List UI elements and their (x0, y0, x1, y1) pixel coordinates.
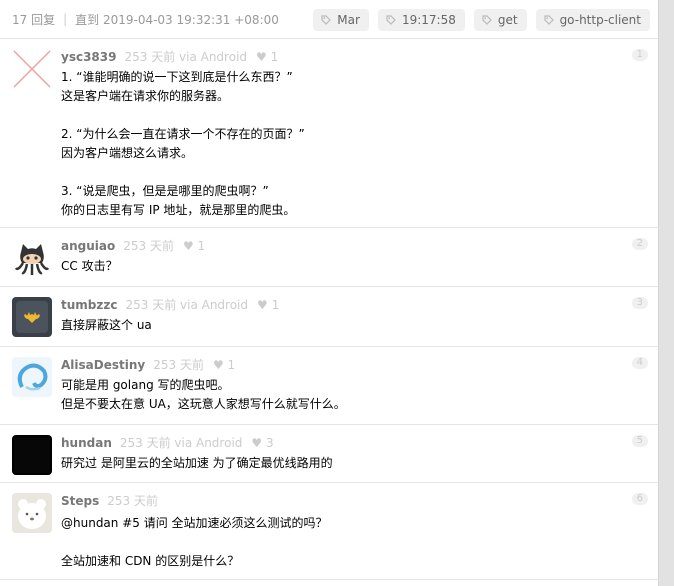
octocat-avatar-icon[interactable] (12, 238, 52, 278)
tag-icon (321, 15, 332, 25)
tag-icon (543, 15, 554, 25)
batman-avatar-icon[interactable] (12, 297, 52, 337)
reply-content: 直接屏蔽这个 ua (61, 318, 152, 332)
reply-time: 253 天前 (107, 494, 158, 508)
heart-icon: ♥ 1 (256, 50, 279, 64)
reply-content: 可能是用 golang 写的爬虫吧。 但是不要太在意 UA，这玩意人家想写什么就… (61, 378, 346, 411)
reply-content: @hundan #5 请问 全站加速必须这么测试的吗？ 全站加速和 CDN 的区… (61, 516, 328, 568)
reply-time: 253 天前 (123, 239, 174, 253)
reply-time: 253 天前 via Android (124, 50, 248, 64)
tag-time[interactable]: 19:17:58 (377, 9, 465, 31)
floor-number: 3 (631, 297, 648, 309)
reply-content: 1. “谁能明确的说一下这到底是什么东西？” 这是客户端在请求你的服务器。 2.… (61, 70, 305, 217)
broken-avatar-icon[interactable] (12, 49, 52, 89)
reply-username[interactable]: AlisaDestiny (61, 358, 145, 372)
reply-content: CC 攻击？ (61, 259, 118, 273)
reply-username[interactable]: Steps (61, 494, 99, 508)
tag-go-http-client[interactable]: go-http-client (535, 9, 650, 31)
reply-item: hundan 253 天前 via Android ♥ 3 研究过 是阿里云的全站加… (0, 425, 658, 483)
last-reply-time: 直到 2019-04-03 19:32:31 +08:00 (75, 12, 279, 27)
reply-meta: AlisaDestiny 253 天前 ♥ 1 (61, 357, 638, 373)
replies-header: 17 回复 | 直到 2019-04-03 19:32:31 +08:00 Ma… (0, 0, 658, 39)
reply-count: 17 回复 (12, 12, 56, 27)
reply-time: 253 天前 (153, 358, 204, 372)
reply-time: 253 天前 via Android (119, 436, 243, 450)
reply-meta: anguiao 253 天前 ♥ 1 (61, 238, 638, 254)
reply-item: anguiao 253 天前 ♥ 1 CC 攻击？ 2 (0, 228, 658, 287)
heart-icon: ♥ 1 (182, 239, 206, 253)
bear-avatar-icon[interactable] (12, 493, 52, 533)
reply-username[interactable]: anguiao (61, 239, 115, 253)
reply-item: AlisaDestiny 253 天前 ♥ 1 可能是用 golang 写的爬虫吧。… (0, 347, 658, 425)
reply-meta: tumbzzc 253 天前 via Android ♥ 1 (61, 297, 638, 313)
black-avatar-icon[interactable] (12, 435, 52, 475)
floor-number: 6 (631, 493, 648, 505)
heart-icon: ♥ 1 (212, 358, 236, 372)
tag-get[interactable]: get (473, 9, 527, 31)
reply-item: ysc3839 253 天前 via Android ♥ 1 1. “谁能明确的说一… (0, 39, 658, 228)
tag-icon (482, 15, 492, 25)
topic-replies-box: 17 回复 | 直到 2019-04-03 19:32:31 +08:00 Ma… (0, 0, 659, 586)
heart-icon: ♥ 3 (251, 436, 274, 450)
tag-icon (386, 15, 396, 25)
reply-meta: hundan 253 天前 via Android ♥ 3 (61, 435, 638, 451)
reply-username[interactable]: tumbzzc (61, 298, 117, 312)
floor-number: 1 (631, 49, 648, 61)
reply-time: 253 天前 via Android (125, 298, 249, 312)
reply-item: Steps 253 天前 @hundan #5 请问 全站加速必须这么测试的吗？ … (0, 483, 658, 580)
reply-username[interactable]: hundan (61, 436, 112, 450)
reply-content: 研究过 是阿里云的全站加速 为了确定最优线路用的 (61, 456, 333, 470)
floor-number: 5 (631, 435, 648, 447)
reply-item: tumbzzc 253 天前 via Android ♥ 1 直接屏蔽这个 ua 3 (0, 287, 658, 347)
tag-mar[interactable]: Mar (313, 9, 369, 31)
floor-number: 2 (631, 238, 648, 250)
reply-username[interactable]: ysc3839 (61, 50, 116, 64)
swirl-avatar-icon[interactable] (12, 357, 52, 397)
floor-number: 4 (631, 357, 648, 369)
reply-meta: ysc3839 253 天前 via Android ♥ 1 (61, 49, 638, 65)
reply-meta: Steps 253 天前 (61, 493, 638, 509)
header-separator: | (63, 12, 68, 26)
heart-icon: ♥ 1 (257, 298, 280, 312)
tag-list: Mar 19:17:58 get go-http-client (313, 9, 650, 31)
